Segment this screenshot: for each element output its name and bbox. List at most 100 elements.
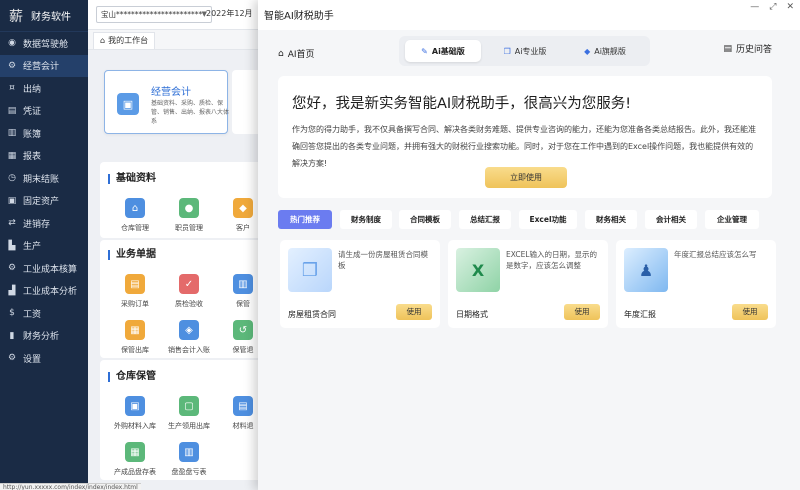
user-icon: ● [179,198,199,218]
home-icon: ⌂ [278,48,284,59]
tile-label: 仓库管理 [121,224,149,232]
tile-sales-posting[interactable]: ◈ 销售会计入账 [162,320,216,355]
sidebar-item-cost-analysis[interactable]: ▟ 工业成本分析 [0,280,88,303]
sidebar-item-cashier[interactable]: ¤ 出纳 [0,77,88,100]
storage-icon: ▥ [233,274,253,294]
briefcase-icon: ▣ [117,93,139,115]
tile-production-out[interactable]: ▢ 生产领用出库 [162,396,216,431]
welcome-card: 您好，我是新实务智能AI财税助手，很高兴为您服务! 作为您的得力助手，我不仅具备… [278,76,772,198]
sidebar-item-label: 期末结账 [23,174,60,185]
tab-hot[interactable]: 热门推荐 [278,210,332,229]
sidebar-item-label: 凭证 [23,107,42,118]
pen-icon: ✎ [421,46,428,56]
sidebar-item-label: 财务分析 [23,332,60,343]
workspace: ▣ 经营会计 基础资料、采购、质检、保管、销售、出纳、报表八大体系 基础资料 ⌂… [96,58,266,480]
version-pro-button[interactable]: ❒ Ai专业版 [487,40,563,62]
template-card-date-format[interactable]: X EXCEL输入的日期，显示的是数字，应该怎么调整 日期格式 使用 [448,240,608,328]
order-icon: ▤ [125,274,145,294]
tab-excel[interactable]: Excel功能 [519,210,577,229]
tab-accounting-related[interactable]: 会计相关 [645,210,697,229]
voucher-icon: ▤ [7,105,17,116]
category-tabs: 热门推荐 财务制度 合同模板 总结汇报 Excel功能 财务相关 会计相关 企业… [278,210,778,230]
tile-purchase-in[interactable]: ▣ 外购材料入库 [108,396,162,431]
tile-label: 保管出库 [121,346,149,354]
status-bar-url: http://yun.xxxxx.com/index/index/index.h… [0,483,141,490]
production-out-icon: ▢ [179,396,199,416]
diamond-icon: ◆ [584,46,591,56]
history-button[interactable]: ▤ 历史问答 [723,42,772,56]
tile-warehouse[interactable]: ⌂ 仓库管理 [108,198,162,233]
module-card-business-accounting[interactable]: ▣ 经营会计 基础资料、采购、质检、保管、销售、出纳、报表八大体系 [104,70,230,134]
sidebar-item-inventory[interactable]: ⇄ 进销存 [0,212,88,235]
section-title: 业务单据 [108,250,156,260]
tab-summary-report[interactable]: 总结汇报 [459,210,511,229]
tile-stock-diff[interactable]: ▥ 盘盈盘亏表 [162,442,216,477]
sidebar-item-dashboard[interactable]: ◉ 数据驾驶舱 [0,32,88,55]
use-button[interactable]: 使用 [396,304,432,320]
use-button[interactable]: 使用 [564,304,600,320]
tab-finance-related[interactable]: 财务相关 [585,210,637,229]
section-title: 基础资料 [108,174,156,184]
template-card-annual-report[interactable]: ♟ 年度汇报总结应该怎么写 年度汇报 使用 [616,240,776,328]
template-card-lease[interactable]: ❒ 请生成一份房屋租赁合同模板 房屋租赁合同 使用 [280,240,440,328]
sidebar-item-period-close[interactable]: ◷ 期末结账 [0,167,88,190]
sidebar-item-business-accounting[interactable]: ⚙ 经营会计 [0,54,88,77]
sidebar-item-voucher[interactable]: ▤ 凭证 [0,100,88,123]
app-logo[interactable]: 薪 财务软件 [0,0,88,32]
cost-icon: ⚙ [7,263,17,274]
sidebar-item-production[interactable]: ▙ 生产 [0,235,88,258]
sidebar-item-salary[interactable]: $ 工资 [0,302,88,325]
customer-icon: ◆ [233,198,253,218]
company-select[interactable]: 宝山*********************** ▼ [96,6,212,23]
version-label: Ai专业版 [514,46,547,56]
outbound-icon: ▦ [125,320,145,340]
sidebar-item-cost-accounting[interactable]: ⚙ 工业成本核算 [0,257,88,280]
gear-icon: ⚙ [7,60,17,71]
use-button[interactable]: 使用 [732,304,768,320]
ai-title-bar: 智能AI财税助手 — ⤢ ✕ [258,0,800,30]
tile-purchase-order[interactable]: ▤ 采购订单 [108,274,162,309]
cube-icon: ❒ [503,46,511,56]
period-select[interactable]: 2022年12月 [206,8,253,19]
sidebar-item-label: 工资 [23,309,42,320]
tile-label: 盘盈盘亏表 [171,468,207,476]
tile-label: 采购订单 [121,300,149,308]
ai-home-link[interactable]: ⌂ AI首页 [278,47,315,61]
logo-icon: 薪 [9,8,23,25]
history-icon: ▤ [723,43,732,54]
sidebar-item-financial-analysis[interactable]: ▮ 财务分析 [0,325,88,348]
tile-quality-check[interactable]: ✓ 质检验收 [162,274,216,309]
close-button[interactable]: ✕ [786,2,794,12]
tab-enterprise-mgmt[interactable]: 企业管理 [705,210,759,229]
grid-icon: ▦ [125,442,145,462]
section-basic-info: 基础资料 ⌂ 仓库管理 ● 职员管理 ◆ 客户 [100,162,266,238]
sidebar-item-reports[interactable]: ▦ 报表 [0,145,88,168]
module-card-desc: 基础资料、采购、质检、保管、销售、出纳、报表八大体系 [151,100,230,125]
asset-icon: ▣ [7,195,17,206]
sidebar-item-settings[interactable]: ⚙ 设置 [0,347,88,370]
version-basic-button[interactable]: ✎ Ai基础版 [405,40,481,62]
sidebar-item-fixed-assets[interactable]: ▣ 固定资产 [0,190,88,213]
tile-product-stock[interactable]: ▦ 产成品盘存表 [108,442,162,477]
inventory-icon: ⇄ [8,218,16,229]
version-flagship-button[interactable]: ◆ Ai旗舰版 [567,40,643,62]
section-warehouse: 仓库保管 ▣ 外购材料入库 ▢ 生产领用出库 ▤ 材料退 ▦ 产成品盘存表 ▥ 盘盈盘亏表 [100,360,266,480]
chart-icon: ▮ [9,330,15,341]
tab-contract-template[interactable]: 合同模板 [399,210,451,229]
sidebar-item-label: 设置 [23,354,42,365]
production-icon: ▙ [8,240,16,251]
tile-storage-out[interactable]: ▦ 保管出库 [108,320,162,355]
sidebar-item-ledger[interactable]: ▥ 账簿 [0,122,88,145]
inbound-icon: ▣ [125,396,145,416]
tile-staff[interactable]: ● 职员管理 [162,198,216,233]
start-now-button[interactable]: 立即使用 [485,167,567,188]
tab-finance-system[interactable]: 财务制度 [340,210,392,229]
tab-workbench[interactable]: ⌂ 我的工作台 [93,32,156,49]
excel-icon: X [456,248,500,292]
maximize-button[interactable]: ⤢ [769,2,776,12]
dashboard-icon: ◉ [8,38,16,49]
tile-label: 产成品盘存表 [114,468,156,476]
tag-icon: ◈ [179,320,199,340]
minimize-button[interactable]: — [750,2,759,12]
tile-label: 生产领用出库 [168,422,210,430]
